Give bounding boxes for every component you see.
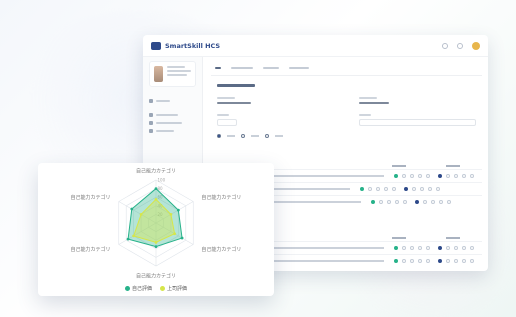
- data-point: [154, 245, 158, 249]
- skill-icon: [149, 113, 153, 117]
- table-row: [271, 241, 482, 254]
- axis-label: 自己能力カテゴリ: [136, 272, 176, 279]
- select-input[interactable]: [217, 119, 237, 126]
- notification-icon[interactable]: [442, 42, 448, 49]
- profile-name: [167, 66, 185, 68]
- tab-3[interactable]: [263, 67, 279, 69]
- profile-detail: [167, 70, 191, 72]
- data-point: [176, 208, 180, 212]
- evaluation-table: [271, 235, 482, 267]
- axis-label: 自己能力カテゴリ: [71, 246, 111, 253]
- form-field: [217, 97, 334, 104]
- rating-scale[interactable]: [394, 174, 430, 178]
- profile-card[interactable]: [149, 61, 196, 87]
- radio-option[interactable]: [217, 134, 221, 138]
- legend-label: 自己評価: [131, 286, 152, 292]
- axis-label: 自己能力カテゴリ: [71, 194, 111, 201]
- tab-1[interactable]: [215, 67, 221, 69]
- data-point: [126, 237, 130, 241]
- data-point: [154, 187, 158, 190]
- sidebar-item-evaluation[interactable]: [149, 121, 196, 125]
- axis-label: 自己能力カテゴリ: [201, 194, 241, 201]
- form-field: [359, 97, 476, 104]
- radio-group: [217, 134, 476, 138]
- user-avatar[interactable]: [472, 41, 480, 50]
- legend-label: 上司評価: [167, 286, 188, 292]
- app-header: SmartSkill HCS: [143, 35, 488, 57]
- legend-item: 上司評価: [160, 285, 187, 292]
- column-header: [446, 237, 460, 239]
- table-row: [271, 195, 482, 208]
- rating-scale[interactable]: [394, 259, 430, 263]
- legend-swatch: [160, 286, 165, 291]
- table-row: [271, 169, 482, 182]
- data-point: [154, 240, 158, 244]
- axis-label: 自己能力カテゴリ: [201, 246, 241, 253]
- form-field: [359, 114, 476, 126]
- table-row: [271, 182, 482, 195]
- axis-label: 自己能力カテゴリ: [136, 168, 176, 175]
- sidebar-nav: [149, 99, 196, 103]
- sidebar-item-reports[interactable]: [149, 129, 196, 133]
- tab-4[interactable]: [289, 67, 309, 69]
- data-point: [130, 207, 134, 211]
- settings-icon[interactable]: [457, 42, 463, 49]
- legend-swatch: [124, 286, 130, 291]
- radio-option[interactable]: [265, 134, 269, 138]
- profile-photo: [154, 66, 163, 82]
- form-field: [217, 114, 334, 126]
- profile-detail: [167, 74, 187, 76]
- report-icon: [149, 129, 153, 133]
- sidebar-item-home[interactable]: [149, 99, 196, 103]
- data-point: [139, 213, 143, 216]
- data-point: [154, 197, 158, 201]
- rating-scale[interactable]: [371, 200, 408, 204]
- tab-2[interactable]: [231, 67, 253, 69]
- data-point: [132, 234, 136, 238]
- radar-chart-card: 20 40 60 80 100 自己能力カテゴリ 自己能力カテゴリ 自己能力カテゴリ 自己能力カ…: [38, 163, 274, 296]
- logo-icon: [151, 41, 161, 50]
- rating-scale[interactable]: [394, 246, 430, 250]
- column-header: [392, 165, 406, 167]
- chart-legend: 自己評価 上司評価: [38, 285, 274, 292]
- rating-scale[interactable]: [404, 187, 441, 191]
- evaluation-table: [271, 163, 482, 208]
- sidebar-nav: [149, 113, 196, 133]
- rating-scale[interactable]: [415, 200, 452, 204]
- rating-scale[interactable]: [438, 259, 474, 263]
- table-row: [271, 254, 482, 267]
- evaluation-icon: [149, 121, 153, 125]
- tick-label: 100: [158, 178, 166, 183]
- data-point: [173, 232, 177, 236]
- radar-chart: 20406080100自己能力カテゴリ自己能力カテゴリ自己能力カテゴリ自己能力カ…: [71, 168, 242, 280]
- data-point: [169, 213, 173, 216]
- date-input[interactable]: [359, 119, 476, 126]
- sidebar-item-skills[interactable]: [149, 113, 196, 117]
- column-header: [446, 165, 460, 167]
- rating-scale[interactable]: [360, 187, 397, 191]
- form-title: [217, 84, 255, 87]
- legend-item: 自己評価: [124, 285, 152, 292]
- tab-bar: [211, 61, 482, 76]
- home-icon: [149, 99, 153, 103]
- radio-option[interactable]: [241, 134, 245, 138]
- data-point: [180, 236, 184, 240]
- column-header: [392, 237, 406, 239]
- rating-scale[interactable]: [438, 174, 474, 178]
- logo-text: SmartSkill HCS: [165, 41, 221, 50]
- rating-scale[interactable]: [438, 246, 474, 250]
